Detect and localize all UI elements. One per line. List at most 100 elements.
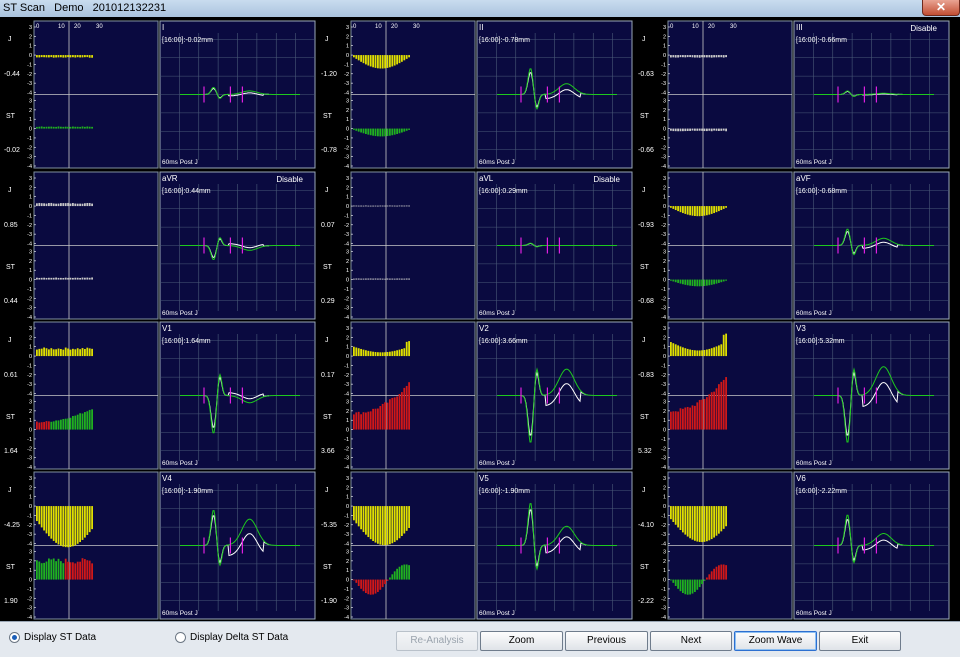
- trend-bar: [708, 279, 711, 286]
- trend-x-tick: 20: [391, 24, 398, 30]
- close-button[interactable]: ✕: [922, 0, 960, 16]
- exit-button[interactable]: Exit: [819, 631, 901, 651]
- trend-bar: [713, 391, 715, 430]
- trend-y-tick: 3: [29, 326, 32, 332]
- trend-bar: [365, 278, 367, 280]
- j-value: -0.93: [638, 222, 654, 229]
- trend-bar: [81, 203, 84, 207]
- lead-panel-v5: 3210-1-2-3-43210-1-2-3-4J-5.35ST-1.90V5[…: [321, 471, 633, 621]
- trend-bar: [386, 402, 389, 430]
- st-value: -0.68: [638, 298, 654, 305]
- trend-bar: [393, 205, 396, 207]
- re-analysis-button[interactable]: Re-Analysis: [396, 631, 478, 651]
- trend-bar: [672, 343, 675, 357]
- display-delta-st-label: Display Delta ST Data: [190, 632, 289, 643]
- trend-bar: [405, 341, 408, 357]
- previous-button[interactable]: Previous: [565, 631, 648, 651]
- trend-bar: [674, 579, 677, 586]
- trend-bar: [396, 568, 398, 580]
- trend-bar: [74, 415, 77, 430]
- j-label: J: [642, 36, 646, 43]
- trend-y-tick: -2: [27, 596, 32, 602]
- trend-bar: [703, 349, 706, 357]
- trend-bar: [40, 55, 43, 58]
- trend-bar: [696, 128, 699, 131]
- trend-y-tick: -3: [661, 606, 666, 612]
- trend-x-tick: 10: [58, 24, 65, 30]
- trend-y-tick: 3: [663, 326, 666, 332]
- next-button[interactable]: Next: [650, 631, 732, 651]
- st-label: ST: [6, 564, 16, 571]
- display-delta-st-radio[interactable]: Display Delta ST Data: [175, 632, 288, 643]
- control-bar: Display ST Data Display Delta ST Data Re…: [0, 621, 960, 657]
- trend-bar: [715, 346, 718, 357]
- display-st-radio[interactable]: Display ST Data: [9, 632, 96, 643]
- lead-name: aVL: [479, 174, 494, 183]
- trend-bar: [677, 411, 679, 430]
- trend-bar: [379, 205, 382, 207]
- trend-bar: [72, 126, 74, 129]
- trend-bar: [50, 506, 53, 539]
- trend-y-tick: -2: [27, 373, 32, 379]
- trend-bar: [76, 126, 79, 129]
- trend-bar: [88, 202, 91, 207]
- trend-y-tick: -1: [344, 62, 349, 68]
- trend-bar: [384, 402, 386, 430]
- trend-bar: [396, 350, 398, 357]
- trend-bar: [48, 277, 50, 280]
- trend-bar: [367, 278, 370, 280]
- trend-bar: [393, 397, 396, 430]
- trend-bar: [69, 349, 72, 357]
- trend-bar: [706, 349, 708, 357]
- st-value: -2.22: [638, 598, 654, 605]
- trend-bar: [45, 421, 48, 430]
- trend-y-tick: 3: [663, 400, 666, 406]
- display-st-radio-dot[interactable]: [9, 632, 20, 643]
- trend-y-tick: 3: [663, 99, 666, 105]
- trend-y-tick: 2: [29, 259, 32, 265]
- trend-bar: [405, 564, 408, 580]
- trend-y-tick: -1: [661, 363, 666, 369]
- trend-y-tick: -1: [27, 363, 32, 369]
- trend-y-tick: 0: [346, 354, 349, 360]
- trend-y-tick: -4: [344, 542, 349, 548]
- trend-bar: [405, 205, 408, 207]
- trend-bar: [74, 506, 77, 546]
- trend-bar: [88, 55, 91, 58]
- trend-bar: [67, 202, 69, 207]
- trend-bar: [701, 55, 703, 58]
- trend-bar: [689, 579, 691, 595]
- trend-y-tick: -2: [661, 596, 666, 602]
- trend-bar: [362, 579, 365, 592]
- trend-bar: [679, 279, 682, 284]
- trend-bar: [374, 352, 377, 357]
- trend-bar: [718, 206, 720, 212]
- trend-bar: [679, 408, 682, 430]
- trend-bar: [81, 55, 84, 58]
- j-value: -4.10: [638, 522, 654, 529]
- trend-bar: [374, 55, 377, 68]
- lead-name: II: [479, 23, 483, 32]
- trend-bar: [679, 579, 682, 592]
- trend-bar: [50, 559, 53, 580]
- display-delta-st-radio-dot[interactable]: [175, 632, 186, 643]
- trend-bar: [403, 348, 406, 357]
- zoom-wave-button[interactable]: Zoom Wave: [734, 631, 817, 651]
- zoom-button[interactable]: Zoom: [480, 631, 563, 651]
- trend-y-tick: 2: [346, 335, 349, 341]
- trend-y-tick: 1: [663, 268, 666, 274]
- trend-bar: [381, 128, 384, 137]
- trend-bar: [720, 564, 723, 580]
- trend-bar: [357, 55, 360, 61]
- trend-bar: [62, 418, 65, 430]
- trend-bar: [379, 406, 382, 430]
- trend-panel: 3 2 1 0 -1 -2 -3 -4 3 2 1 0 -1 -2 -3 -4 J -0.93 ST -0.68: [638, 171, 793, 321]
- trend-bar: [76, 561, 79, 580]
- trend-bar: [720, 55, 723, 58]
- lead-panel-avf: 3 2 1 0 -1 -2 -3 -4 3 2 1 0 -1 -2 -3 -4 J -0.93 ST -0.68 aVF…: [638, 171, 950, 321]
- trend-bar: [408, 382, 410, 430]
- trend-y-tick: 1: [29, 268, 32, 274]
- trend-bar: [698, 55, 701, 58]
- trend-bar: [686, 55, 689, 58]
- trend-bar: [377, 128, 379, 137]
